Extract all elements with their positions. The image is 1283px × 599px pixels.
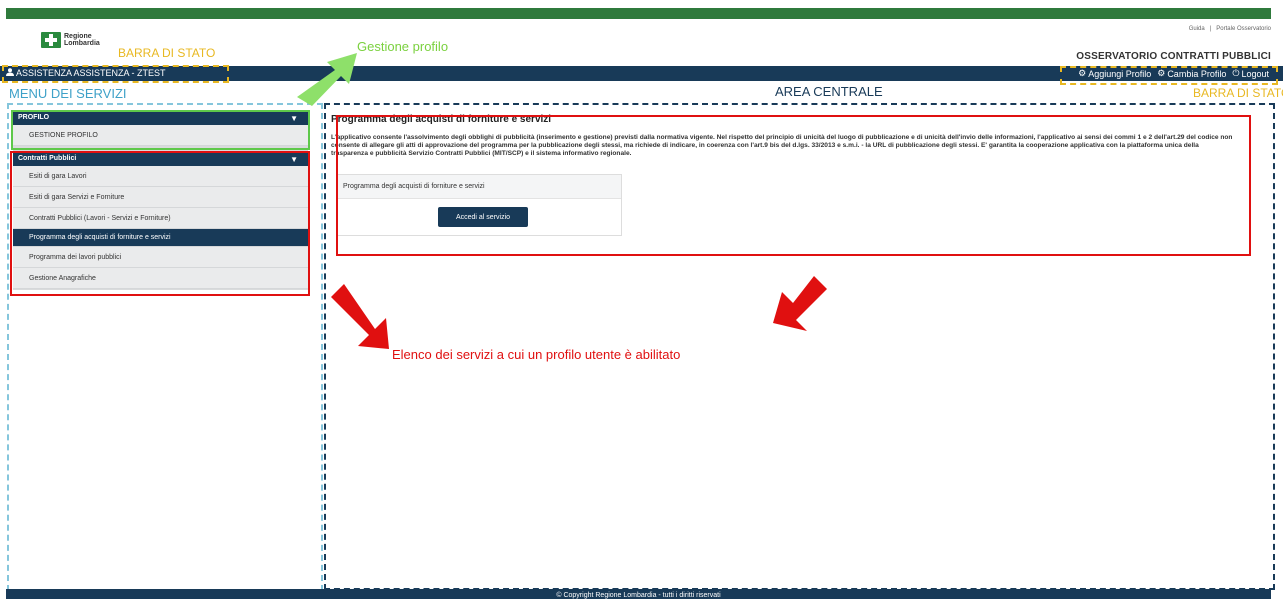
menu-servizi-label: MENU DEI SERVIZI — [9, 86, 127, 101]
barra-stato-right-label: BARRA DI STATO — [1193, 86, 1283, 100]
portale-osservatorio-link[interactable]: Portale Osservatorio — [1216, 26, 1271, 32]
servizi-highlight-box — [10, 151, 310, 296]
site-title: OSSERVATORIO CONTRATTI PUBBLICI — [1076, 51, 1271, 62]
area-centrale-label: AREA CENTRALE — [775, 84, 883, 99]
logo-cross-icon — [41, 32, 61, 48]
top-links: Guida | Portale Osservatorio — [1188, 26, 1271, 32]
guida-link[interactable]: Guida — [1189, 26, 1205, 32]
profilo-highlight-box — [11, 110, 310, 150]
barra-stato-right-box — [1060, 66, 1278, 85]
regione-lombardia-logo[interactable]: Regione Lombardia — [41, 32, 104, 48]
barra-stato-left-label: BARRA DI STATO — [118, 46, 216, 60]
central-highlight-box — [336, 115, 1251, 256]
logo-text: Regione Lombardia — [64, 33, 100, 47]
elenco-servizi-label: Elenco dei servizi a cui un profilo uten… — [392, 347, 681, 362]
top-brand-bar — [6, 8, 1271, 19]
footer: © Copyright Regione Lombardia - tutti i … — [6, 589, 1271, 599]
barra-stato-left-box — [2, 65, 229, 83]
gestione-profilo-label: Gestione profilo — [357, 39, 449, 54]
